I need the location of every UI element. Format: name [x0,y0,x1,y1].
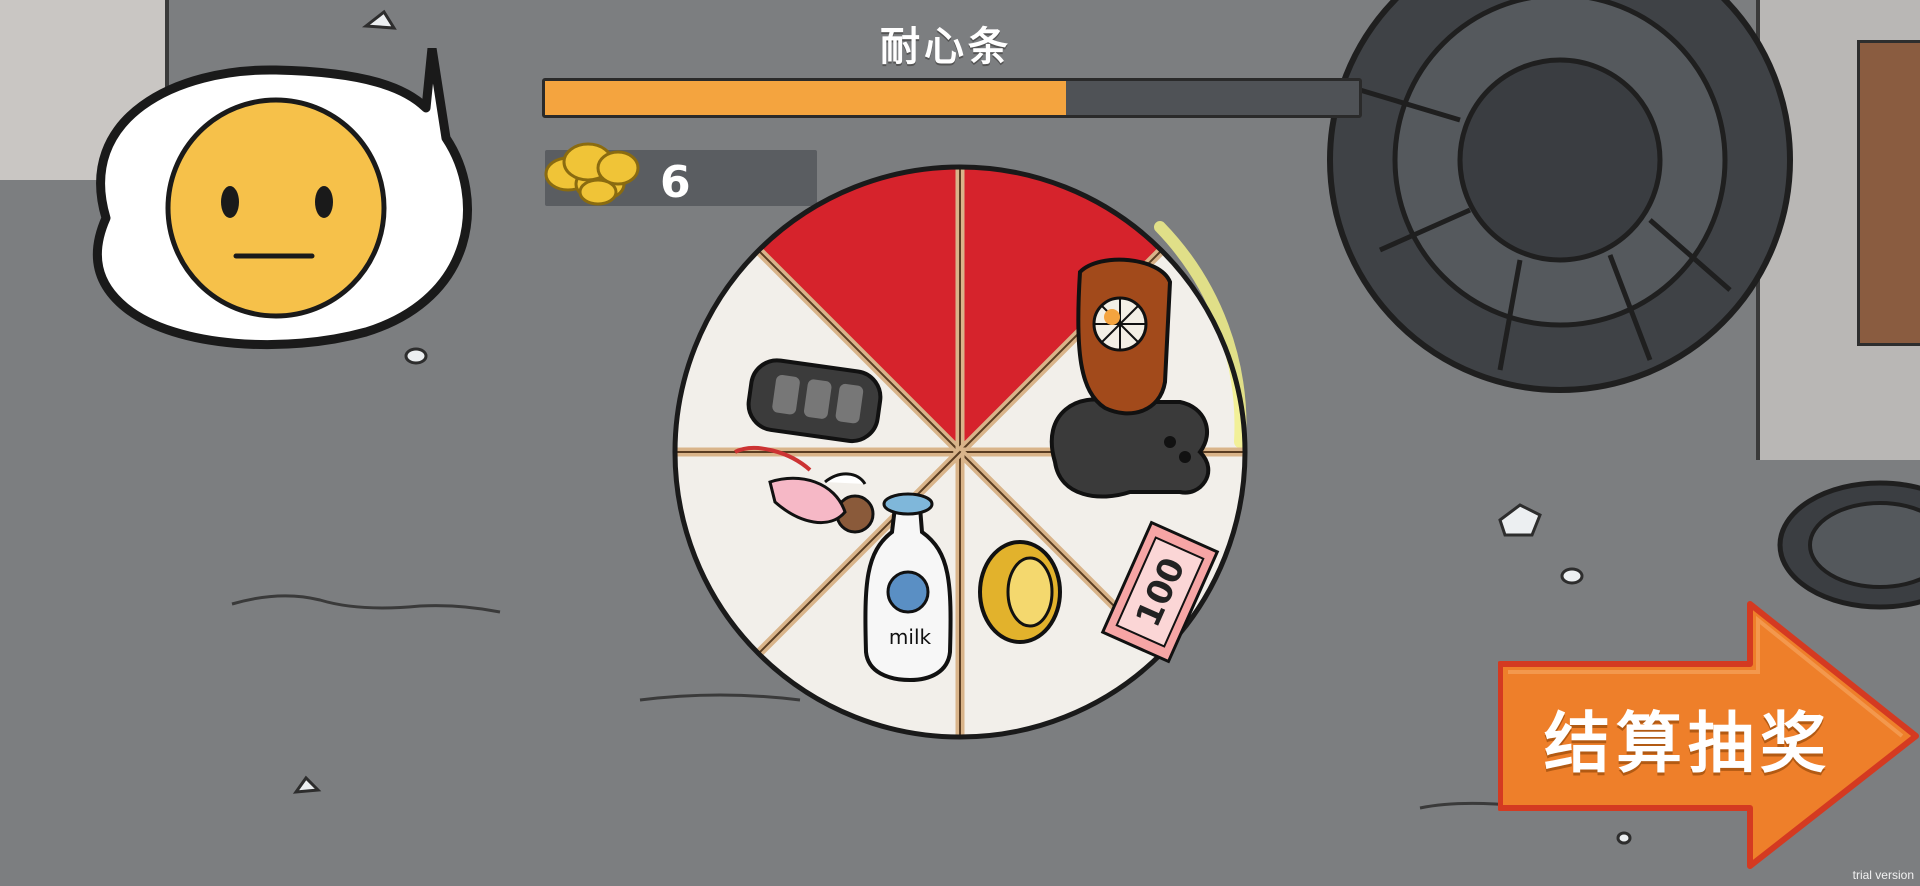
watermark: trial version [1852,868,1914,882]
milk-label: milk [889,625,932,649]
patience-title: 耐心条 [880,24,1012,70]
coin-stack-icon [544,142,640,206]
gold-ring-icon [978,540,1062,644]
patience-bar-fill [545,81,1066,115]
settle-draw-button[interactable] [1498,600,1920,870]
neutral-face-icon [165,97,387,319]
manhole-decoration [1777,480,1920,610]
prize-wheel[interactable]: 100 milk [660,152,1260,752]
patience-bar [542,78,1362,118]
emotion-bubble [92,48,472,350]
tire-decoration [1327,0,1793,393]
